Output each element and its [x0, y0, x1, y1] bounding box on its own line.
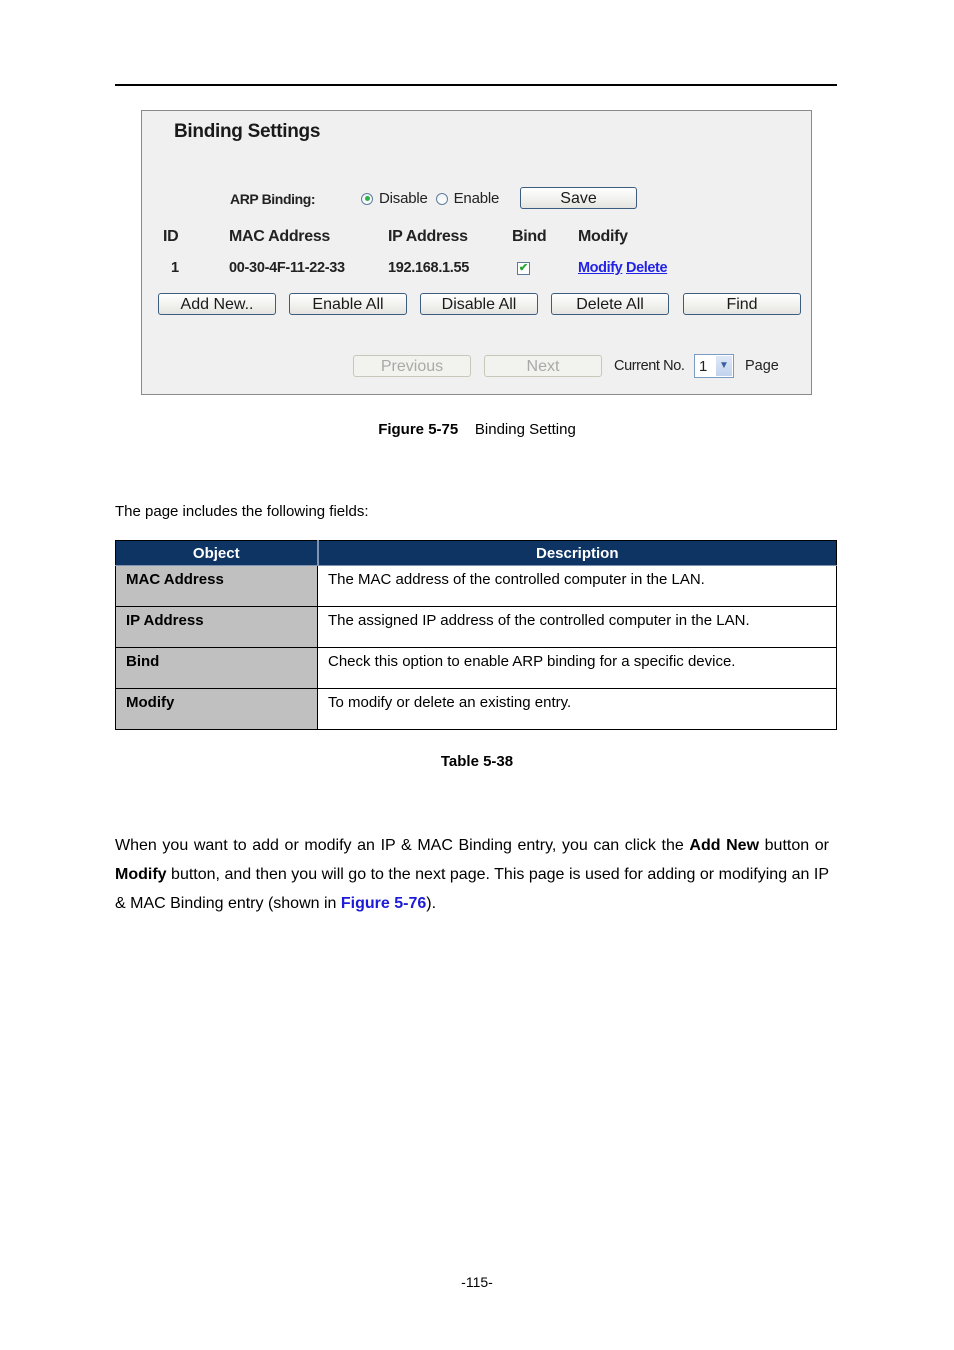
delete-link[interactable]: Delete: [626, 260, 668, 276]
arp-binding-label: ARP Binding:: [230, 191, 316, 207]
column-header-modify: Modify: [578, 228, 628, 245]
intro-text: The page includes the following fields:: [115, 503, 369, 520]
bind-checkbox[interactable]: ✔: [517, 262, 530, 275]
paragraph-text: ).: [426, 895, 437, 912]
enable-radio[interactable]: [435, 192, 448, 205]
object-cell: MAC Address: [115, 565, 318, 607]
paragraph-text: When you want to add or modify an IP & M…: [115, 837, 690, 854]
add-new-emphasis: Add New: [689, 837, 760, 854]
row-id: 1: [171, 260, 179, 276]
column-header-ip: IP Address: [388, 228, 468, 245]
table-row: Modify To modify or delete an existing e…: [115, 688, 837, 730]
radio-selected-dot: [364, 196, 370, 201]
page-select[interactable]: 1 ▼: [694, 354, 734, 378]
object-cell: Modify: [115, 688, 318, 730]
header-rule: [115, 84, 837, 86]
fields-table: Object Description MAC Address The MAC a…: [115, 540, 837, 730]
modify-emphasis: Modify: [115, 866, 167, 883]
figure-title: Binding Setting: [474, 421, 576, 438]
table-caption: Table 5-38: [440, 753, 514, 770]
binding-settings-title: Binding Settings: [174, 121, 321, 142]
column-header-bind: Bind: [512, 228, 547, 245]
header-description: Description: [317, 540, 837, 566]
disable-radio[interactable]: [361, 192, 373, 205]
current-no-label: Current No.: [614, 358, 685, 374]
chevron-down-icon[interactable]: ▼: [716, 356, 732, 376]
previous-button[interactable]: Previous: [353, 355, 471, 377]
table-row: MAC Address The MAC address of the contr…: [115, 565, 837, 607]
body-paragraph: When you want to add or modify an IP & M…: [115, 831, 829, 918]
figure-caption: Figure 5-75 Binding Setting: [0, 421, 954, 438]
column-header-id: ID: [163, 228, 179, 245]
find-button[interactable]: Find: [683, 293, 801, 315]
paragraph-text: button or: [759, 837, 829, 854]
object-cell: Bind: [115, 647, 318, 689]
modify-link[interactable]: Modify: [578, 260, 623, 276]
page-label: Page: [745, 358, 779, 374]
header-object: Object: [115, 540, 319, 566]
delete-all-button[interactable]: Delete All: [551, 293, 669, 315]
description-cell: Check this option to enable ARP binding …: [317, 647, 837, 689]
column-header-mac: MAC Address: [229, 228, 331, 245]
description-cell: The MAC address of the controlled comput…: [317, 565, 837, 607]
enable-radio-label: Enable: [453, 190, 500, 207]
paragraph-text: button, and then you will go to the next…: [115, 866, 829, 912]
row-ip-address: 192.168.1.55: [388, 260, 470, 276]
object-cell: IP Address: [115, 606, 318, 648]
next-button[interactable]: Next: [484, 355, 602, 377]
figure-reference-link[interactable]: Figure 5-76: [341, 895, 426, 912]
checkmark-icon: ✔: [518, 262, 529, 274]
disable-all-button[interactable]: Disable All: [420, 293, 538, 315]
arp-binding-radio-group: Disable Enable: [361, 190, 507, 207]
figure-number: Figure 5-75: [378, 421, 459, 438]
fields-table-header-row: Object Description: [115, 540, 837, 566]
save-button[interactable]: Save: [520, 187, 637, 209]
page-number: -115-: [461, 1274, 493, 1290]
disable-radio-label: Disable: [379, 190, 428, 207]
enable-all-button[interactable]: Enable All: [289, 293, 407, 315]
row-mac-address: 00-30-4F-11-22-33: [229, 260, 345, 276]
description-cell: The assigned IP address of the controlle…: [317, 606, 837, 648]
add-new-button[interactable]: Add New..: [158, 293, 276, 315]
binding-settings-screenshot: Binding Settings ARP Binding: Disable En…: [141, 110, 812, 395]
table-row: IP Address The assigned IP address of th…: [115, 606, 837, 648]
page-select-value: 1: [699, 358, 708, 375]
description-cell: To modify or delete an existing entry.: [317, 688, 837, 730]
table-row: Bind Check this option to enable ARP bin…: [115, 647, 837, 689]
